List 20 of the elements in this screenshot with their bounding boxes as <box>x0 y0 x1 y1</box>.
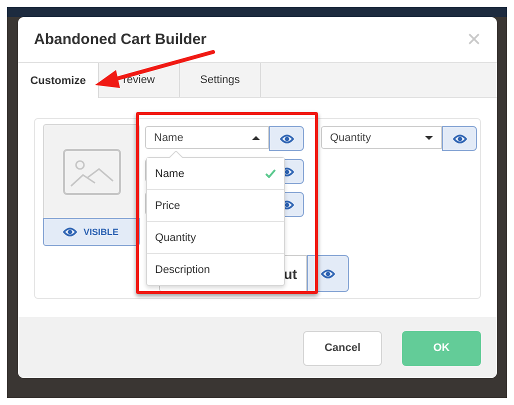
dropdown-field[interactable]: Quantity <box>321 126 442 149</box>
visibility-button[interactable] <box>307 255 349 292</box>
menu-item[interactable]: Price <box>147 189 284 221</box>
visibility-button[interactable] <box>269 126 304 151</box>
cancel-button[interactable]: Cancel <box>303 330 382 366</box>
tab[interactable]: Customize <box>18 63 99 98</box>
caret-icon <box>252 134 260 140</box>
image-placeholder-icon <box>62 149 120 195</box>
caret-icon <box>425 134 433 140</box>
menu-item[interactable]: Description <box>147 253 284 285</box>
visibility-button[interactable] <box>442 126 477 151</box>
eye-icon <box>452 132 466 144</box>
eye-icon <box>321 268 335 280</box>
eye-icon <box>63 226 78 238</box>
check-icon <box>265 169 276 178</box>
dialog-title: Abandoned Cart Builder <box>34 31 207 48</box>
menu-item[interactable]: Quantity <box>147 221 284 253</box>
dropdown-field[interactable]: Name <box>145 126 269 149</box>
eye-icon <box>280 132 294 144</box>
menu-item[interactable]: Name <box>147 158 284 189</box>
